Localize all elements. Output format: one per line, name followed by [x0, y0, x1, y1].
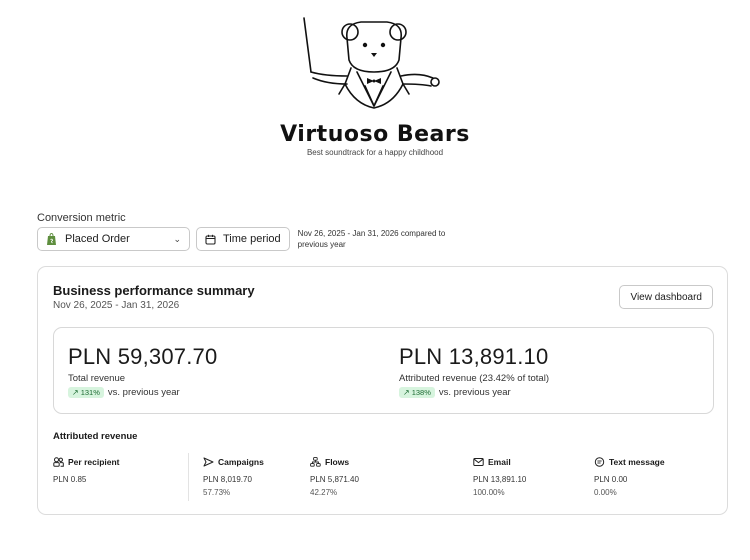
- per-recipient-column: Per recipient PLN 0.85: [53, 457, 120, 484]
- flows-column: Flows PLN 5,871.40 42.27%: [310, 457, 359, 497]
- attributed-revenue-breakdown: Per recipient PLN 0.85 Campaigns PLN 8,0…: [53, 453, 714, 507]
- total-revenue-value: PLN 59,307.70: [68, 344, 218, 369]
- email-header: Email: [473, 457, 526, 467]
- column-share: 57.73%: [203, 488, 231, 497]
- comparison-text: vs. previous year: [107, 387, 180, 398]
- change-badge: ↗ 138%: [399, 387, 435, 398]
- period-description: Nov 26, 2025 - Jan 31, 2026 compared to …: [297, 229, 446, 249]
- column-share: 0.00%: [594, 488, 617, 497]
- attributed-revenue-title: Attributed revenue: [53, 431, 138, 442]
- time-period-label: Time period: [223, 233, 281, 245]
- email-column: Email PLN 13,891.10 100.00%: [473, 457, 526, 497]
- column-label: Campaigns: [218, 457, 264, 467]
- filter-controls: Placed Order ⌄ Time period Nov 26, 2025 …: [37, 227, 473, 251]
- column-value: PLN 0.85: [53, 475, 87, 484]
- change-percent: 138%: [411, 388, 431, 397]
- send-icon: [203, 457, 214, 467]
- shopify-bag-icon: [47, 233, 56, 245]
- business-performance-card: Business performance summary Nov 26, 202…: [37, 266, 728, 515]
- brand-tagline: Best soundtrack for a happy childhood: [306, 148, 444, 157]
- change-badge: ↗ 131%: [68, 387, 104, 398]
- change-percent: 131%: [80, 388, 100, 397]
- users-icon: [53, 457, 64, 467]
- column-share: 42.27%: [310, 488, 338, 497]
- brand-name: Virtuoso Bears: [280, 122, 470, 147]
- flows-header: Flows: [310, 457, 359, 467]
- mail-icon: [473, 458, 484, 466]
- column-value: PLN 8,019.70: [203, 475, 252, 484]
- trend-up-icon: ↗: [403, 388, 410, 397]
- text-message-column: Text message PLN 0.00 0.00%: [594, 457, 665, 497]
- selected-metric: Placed Order: [65, 233, 130, 245]
- campaigns-header: Campaigns: [203, 457, 264, 467]
- total-revenue-comparison: ↗ 131% vs. previous year: [68, 387, 217, 398]
- view-dashboard-button[interactable]: View dashboard: [619, 285, 713, 309]
- attributed-revenue-comparison: ↗ 138% vs. previous year: [399, 387, 549, 398]
- trend-up-icon: ↗: [72, 388, 79, 397]
- page: Virtuoso Bears Best soundtrack for a hap…: [0, 0, 750, 560]
- bear-conductor-logo: [303, 17, 440, 109]
- per-recipient-header: Per recipient: [53, 457, 120, 467]
- column-divider: [188, 453, 189, 501]
- column-label: Flows: [325, 457, 350, 467]
- column-value: PLN 0.00: [594, 475, 628, 484]
- column-label: Email: [488, 457, 511, 467]
- message-icon: [594, 457, 605, 467]
- revenue-summary-box: PLN 59,307.70 Total revenue ↗ 131% vs. p…: [53, 327, 714, 414]
- conversion-metric-select[interactable]: Placed Order ⌄: [37, 227, 190, 251]
- card-date-range: Nov 26, 2025 - Jan 31, 2026: [53, 300, 180, 311]
- column-share: 100.00%: [473, 488, 505, 497]
- total-revenue-label: Total revenue: [68, 373, 126, 384]
- chevron-down-icon: ⌄: [173, 233, 181, 244]
- card-title: Business performance summary: [53, 283, 255, 298]
- column-value: PLN 5,871.40: [310, 475, 359, 484]
- time-period-button[interactable]: Time period: [196, 227, 290, 251]
- column-label: Text message: [609, 457, 665, 467]
- attributed-revenue-stat: PLN 13,891.10 Attributed revenue (23.42%…: [399, 344, 549, 398]
- conversion-metric-label: Conversion metric: [37, 212, 126, 224]
- total-revenue-stat: PLN 59,307.70 Total revenue ↗ 131% vs. p…: [68, 344, 217, 398]
- attributed-revenue-label: Attributed revenue (23.42% of total): [399, 373, 549, 384]
- column-value: PLN 13,891.10: [473, 475, 527, 484]
- campaigns-column: Campaigns PLN 8,019.70 57.73%: [203, 457, 264, 497]
- comparison-text: vs. previous year: [438, 387, 511, 398]
- column-label: Per recipient: [68, 457, 120, 467]
- flow-icon: [310, 457, 321, 467]
- text-message-header: Text message: [594, 457, 665, 467]
- calendar-icon: [205, 234, 216, 245]
- attributed-revenue-value: PLN 13,891.10: [399, 344, 549, 369]
- brand-header: Virtuoso Bears Best soundtrack for a hap…: [0, 12, 750, 157]
